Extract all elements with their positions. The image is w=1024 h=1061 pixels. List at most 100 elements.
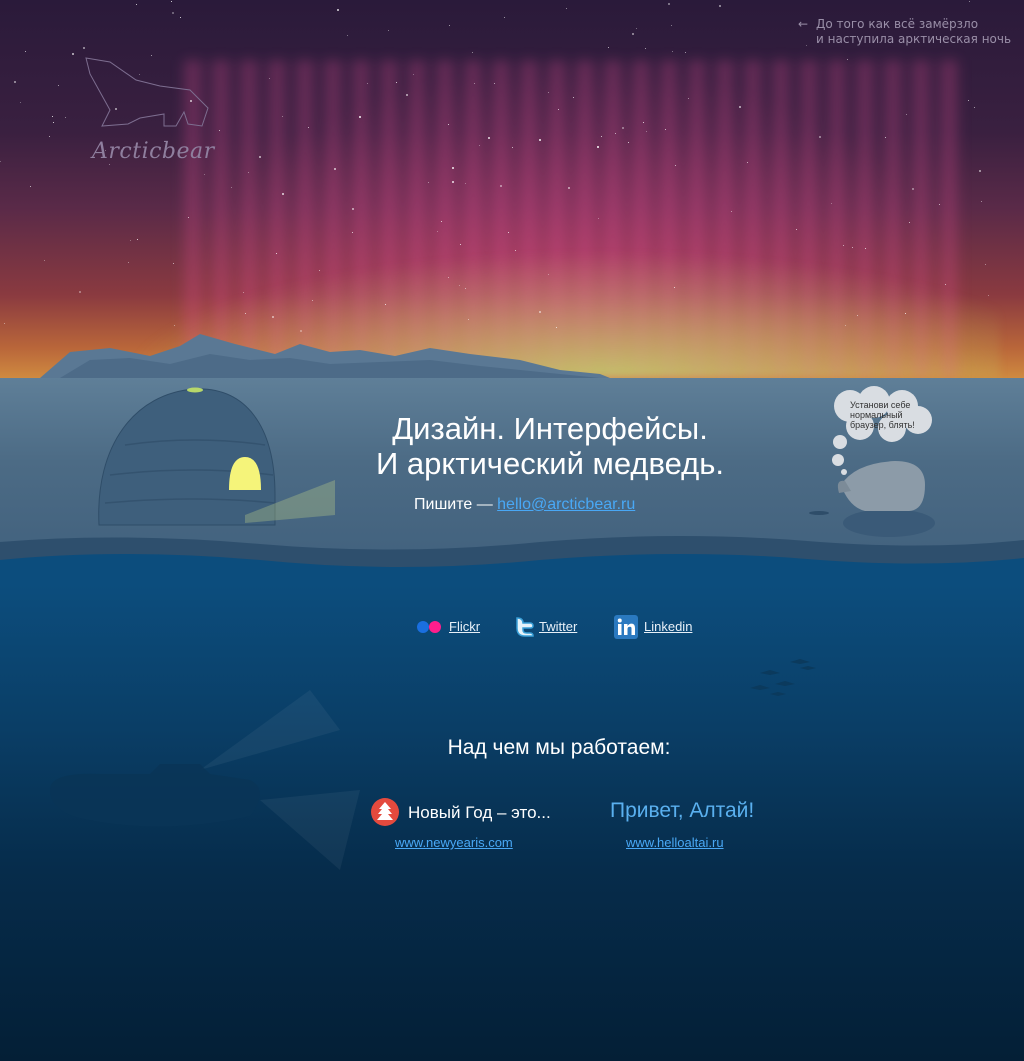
star: [447, 276, 449, 278]
star: [718, 4, 721, 7]
twitter-label: Twitter: [539, 619, 578, 634]
star: [44, 259, 46, 261]
linkedin-link[interactable]: Linkedin: [614, 614, 704, 640]
star: [565, 7, 567, 9]
star: [48, 136, 50, 138]
headline: Дизайн. Интерфейсы. И арктический медвед…: [300, 411, 800, 481]
star: [974, 107, 976, 109]
star: [467, 319, 469, 321]
star: [673, 286, 675, 288]
star: [57, 84, 59, 86]
star: [672, 50, 674, 52]
star: [427, 181, 429, 183]
star: [83, 47, 86, 50]
star: [607, 47, 609, 49]
star: [557, 109, 559, 111]
star: [311, 299, 313, 301]
star: [538, 139, 541, 142]
star: [806, 45, 808, 47]
star: [795, 228, 797, 230]
star: [904, 312, 906, 314]
star: [846, 58, 848, 60]
star: [405, 93, 408, 96]
star: [968, 100, 970, 102]
star: [272, 315, 275, 318]
project-altai-link[interactable]: www.helloaltai.ru: [626, 835, 724, 850]
logo-text[interactable]: Arcticbear: [92, 139, 215, 164]
flickr-label: Flickr: [449, 619, 481, 634]
arrow-left-icon: ←: [798, 17, 809, 31]
contact-prefix: Пишите —: [414, 496, 498, 513]
star: [631, 32, 634, 35]
contact-line: Пишите — hello@arcticbear.ru: [414, 496, 635, 514]
star: [851, 246, 853, 248]
star: [127, 261, 129, 263]
star: [275, 252, 277, 254]
star: [685, 52, 687, 54]
star: [65, 117, 67, 119]
star: [818, 135, 821, 138]
star: [318, 269, 320, 271]
star: [968, 0, 970, 2]
back-link-line2: и наступила арктическая ночь: [816, 32, 1012, 46]
email-link[interactable]: hello@arcticbear.ru: [497, 496, 635, 513]
star: [615, 132, 617, 134]
star: [0, 160, 2, 162]
star: [52, 121, 54, 123]
project-altai-title[interactable]: Привет, Алтай!: [610, 799, 754, 823]
star: [413, 73, 414, 75]
linkedin-label: Linkedin: [644, 619, 693, 634]
star: [71, 53, 74, 56]
headline-line1: Дизайн. Интерфейсы.: [392, 411, 708, 446]
headline-line2: И арктический медведь.: [376, 446, 724, 481]
star: [449, 24, 451, 26]
star: [830, 202, 832, 204]
star: [471, 51, 473, 53]
star: [884, 136, 886, 138]
star: [24, 50, 26, 52]
star: [503, 17, 505, 19]
star: [179, 16, 181, 18]
star: [670, 25, 672, 27]
star: [13, 80, 16, 83]
star: [980, 201, 982, 203]
star: [538, 311, 541, 314]
star: [687, 97, 689, 99]
flickr-link[interactable]: Flickr: [416, 614, 486, 640]
star: [346, 34, 348, 36]
star: [912, 187, 915, 190]
twitter-link[interactable]: Twitter: [514, 614, 584, 640]
project-newyear-link[interactable]: www.newyearis.com: [395, 835, 513, 850]
star: [29, 186, 31, 188]
star: [567, 187, 570, 190]
star: [170, 0, 172, 2]
twitter-icon: [516, 617, 534, 637]
star: [555, 326, 557, 328]
tree-icon: [371, 798, 399, 826]
star: [387, 29, 389, 31]
star: [645, 48, 647, 50]
back-link-line1: До того как всё замёрзло: [816, 17, 979, 31]
star: [3, 322, 5, 324]
star: [978, 169, 981, 172]
star: [636, 28, 638, 30]
star: [667, 2, 670, 5]
ice-mountains: [40, 334, 610, 378]
star: [172, 12, 175, 15]
projects-section-title: Над чем мы работаем:: [447, 736, 671, 759]
star: [78, 290, 81, 293]
bubble-text: Установи себе нормальный браузер, блять!: [850, 400, 915, 430]
submarine: [50, 690, 360, 870]
flickr-icon: [417, 621, 441, 633]
star: [487, 136, 490, 139]
star: [187, 216, 189, 218]
star: [136, 238, 138, 240]
star: [351, 208, 354, 211]
star: [547, 92, 549, 94]
star: [987, 294, 989, 296]
star: [857, 314, 859, 316]
fish-school: [750, 659, 816, 696]
project-newyear-title[interactable]: Новый Год – это...: [408, 803, 551, 823]
star: [129, 240, 131, 242]
ice-edge-waves: [0, 536, 1024, 590]
